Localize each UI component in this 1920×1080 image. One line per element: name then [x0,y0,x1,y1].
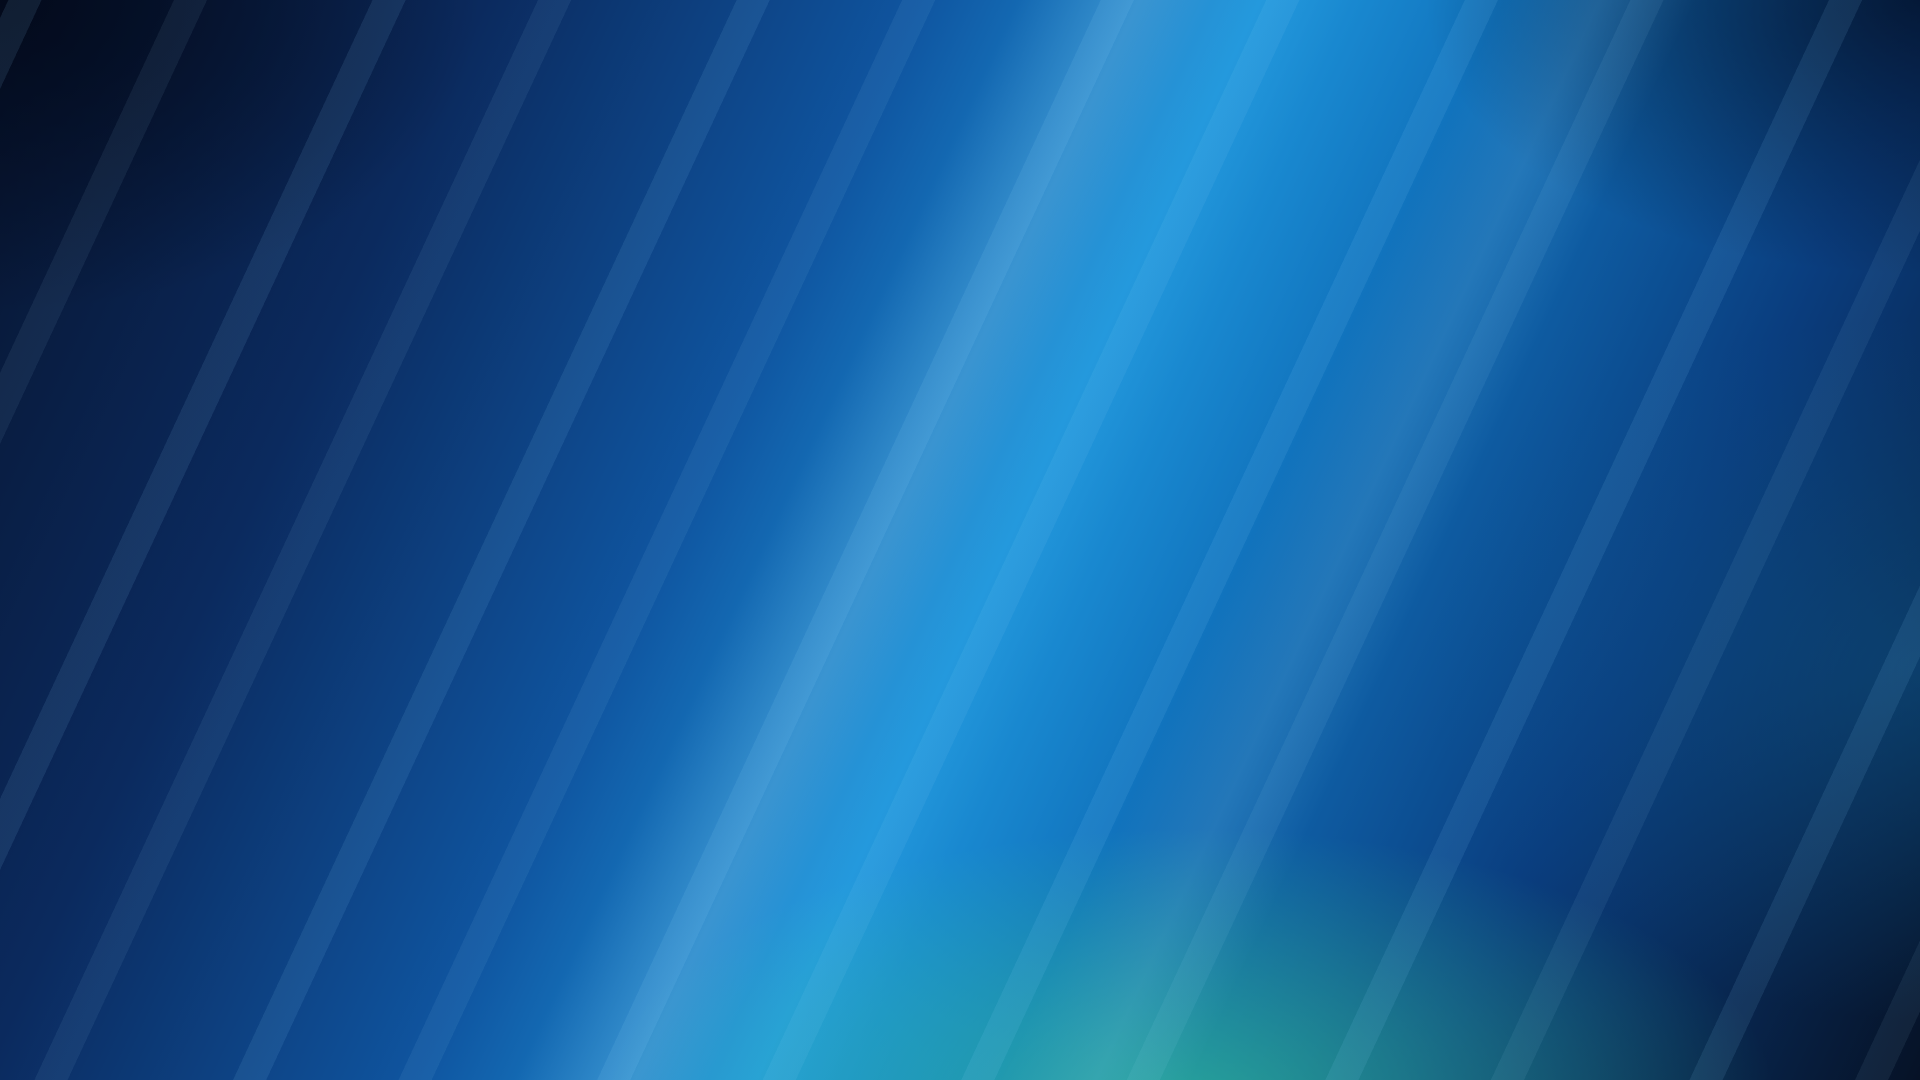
desktop[interactable] [0,0,1920,1080]
